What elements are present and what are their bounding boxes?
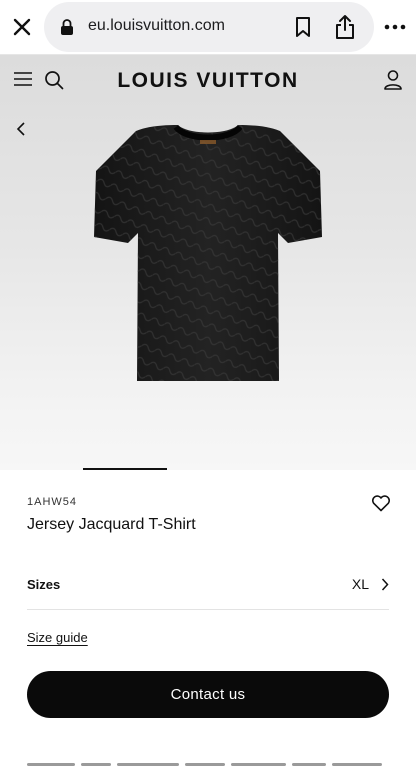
contact-us-button[interactable]: Contact us: [27, 671, 389, 718]
heart-icon[interactable]: [371, 494, 391, 512]
bookmark-icon[interactable]: [294, 16, 312, 38]
carousel-indicator[interactable]: [83, 468, 167, 470]
lock-icon: [61, 19, 73, 35]
address-bar[interactable]: eu.louisvuitton.com: [44, 2, 374, 52]
product-image: [94, 125, 322, 381]
size-selector[interactable]: Sizes XL: [27, 563, 389, 610]
product-sku: 1AHW54: [27, 496, 78, 508]
chevron-left-icon[interactable]: [16, 122, 26, 136]
sizes-label: Sizes: [27, 577, 61, 592]
share-icon[interactable]: [334, 14, 356, 40]
product-gallery[interactable]: LOUIS VUITTON: [0, 55, 416, 470]
account-icon[interactable]: [383, 69, 403, 91]
close-icon[interactable]: [10, 15, 34, 39]
size-guide-link[interactable]: Size guide: [27, 630, 88, 645]
brand-logo[interactable]: LOUIS VUITTON: [0, 69, 416, 93]
chevron-right-icon: [381, 578, 389, 591]
description-text-cutoff: [27, 763, 389, 769]
product-title: Jersey Jacquard T-Shirt: [27, 516, 196, 533]
browser-toolbar: eu.louisvuitton.com: [0, 0, 416, 55]
url-text: eu.louisvuitton.com: [88, 17, 225, 34]
more-icon[interactable]: [383, 19, 407, 35]
selected-size: XL: [351, 576, 369, 592]
